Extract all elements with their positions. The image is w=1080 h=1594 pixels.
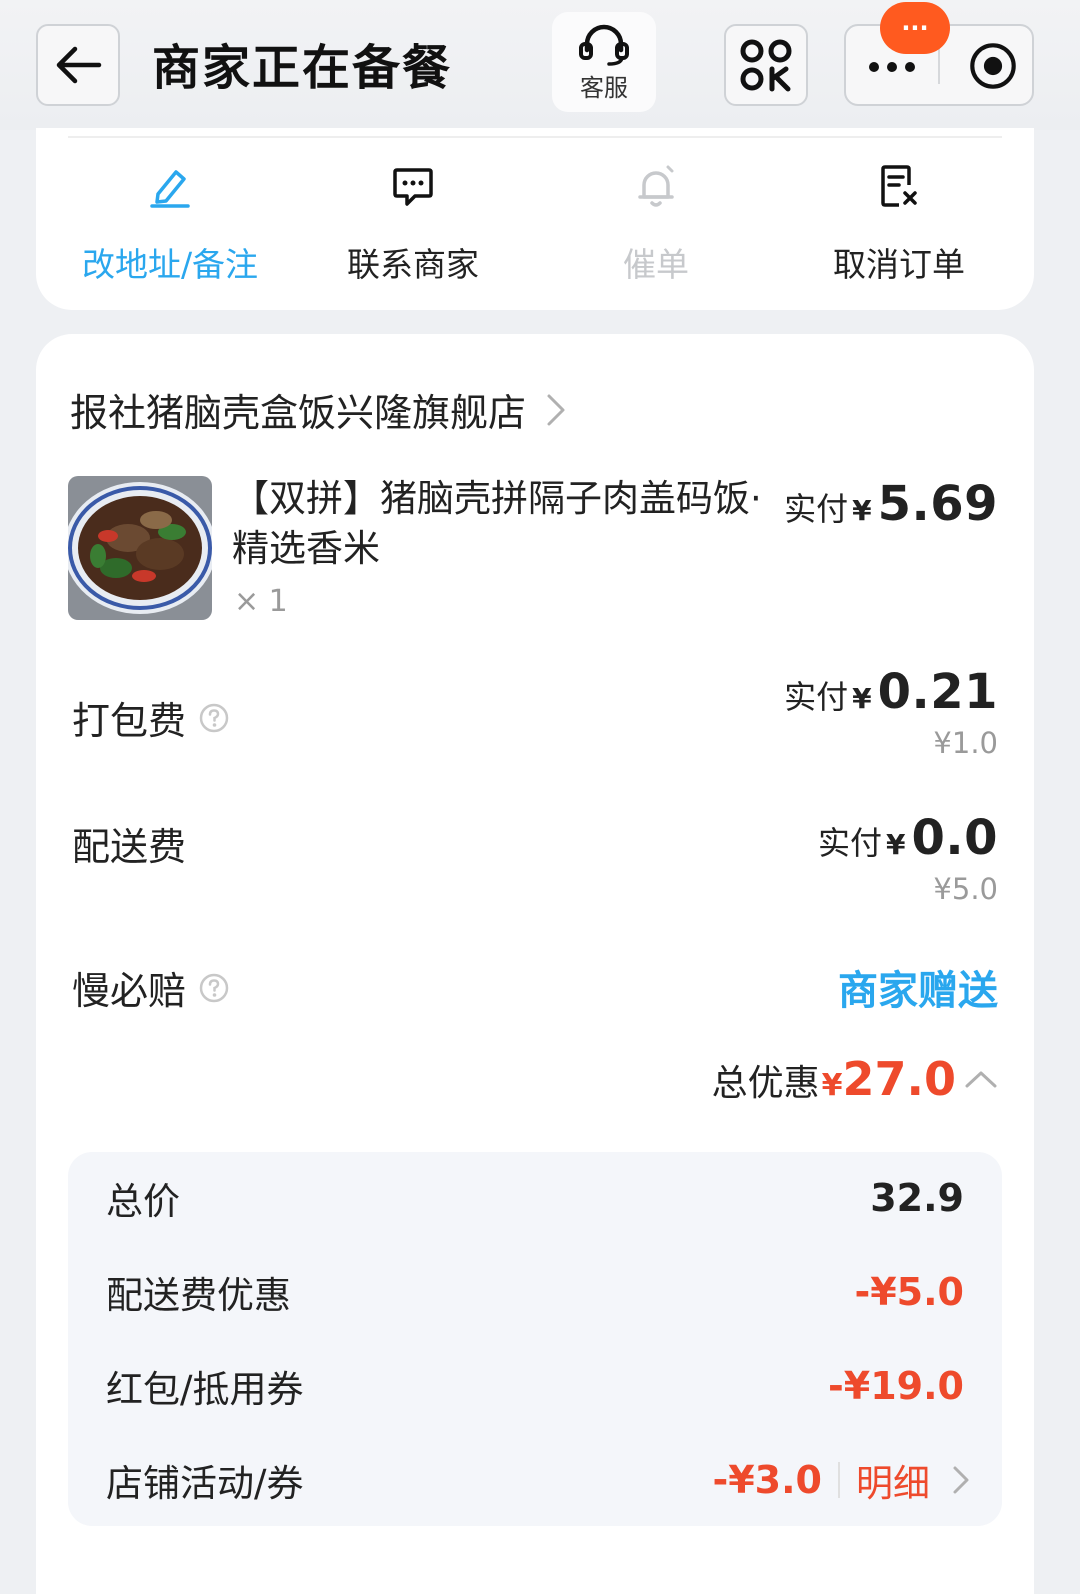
back-button[interactable]: [36, 24, 120, 106]
capsule-divider: [938, 48, 940, 84]
edit-pen-icon: [150, 170, 190, 208]
action-label: 联系商家: [347, 245, 479, 284]
item-name: 【双拼】猪脑壳拼隔子肉盖码饭·精选香米: [232, 477, 762, 570]
paid-value: 5.69: [877, 476, 998, 532]
breakdown-label: 总价: [106, 1180, 180, 1223]
action-label: 取消订单: [833, 245, 965, 284]
scan-code-icon: [740, 39, 792, 92]
price-breakdown-panel: 总价 32.9 配送费优惠 -¥5.0 红包/抵用券 -¥19.0 店铺活动/券…: [68, 1152, 1002, 1526]
slow-compensation-label: 慢必赔: [72, 960, 230, 1015]
help-question-icon[interactable]: [198, 972, 230, 1004]
delivery-fee-label: 配送费: [72, 825, 187, 869]
delivery-fee-original: ¥5.0: [933, 872, 998, 906]
delivery-fee-paid: 实付 ¥ 0.0: [818, 810, 998, 866]
top-bar: 商家正在备餐 客服 ···: [0, 0, 1080, 130]
food-image[interactable]: [68, 476, 212, 620]
scan-code-button[interactable]: [724, 24, 808, 106]
page-title: 商家正在备餐: [152, 40, 453, 96]
currency-symbol: ¥: [852, 494, 872, 527]
paid-value: 0.21: [877, 664, 998, 720]
contact-merchant-action[interactable]: 联系商家: [293, 160, 533, 286]
paid-label: 实付: [817, 824, 882, 862]
breakdown-label: 配送费优惠: [106, 1274, 291, 1317]
item-quantity: × 1: [234, 584, 288, 619]
action-label: 催单: [623, 245, 689, 284]
breakdown-value: -¥19.0: [828, 1364, 964, 1408]
more-dots-icon[interactable]: [866, 52, 918, 82]
breakdown-row-delivery-discount: 配送费优惠 -¥5.0: [106, 1262, 964, 1322]
total-discount-label: 总优惠: [711, 1063, 820, 1104]
total-discount-value: 27.0: [842, 1052, 957, 1106]
card-divider: [68, 136, 1002, 138]
detail-label: 明细: [856, 1462, 930, 1505]
shop-name: 报社猪脑壳盒饭兴隆旗舰店: [70, 391, 527, 435]
currency-symbol: ¥: [852, 682, 872, 715]
customer-service-button[interactable]: 客服: [552, 12, 656, 112]
paid-label: 实付: [784, 678, 849, 716]
breakdown-value: 32.9: [870, 1176, 964, 1220]
cancel-receipt-icon: [881, 165, 917, 207]
total-discount-toggle[interactable]: 总优惠 ¥ 27.0: [712, 1052, 998, 1106]
back-arrow-icon: [56, 46, 102, 84]
currency-symbol: ¥: [821, 1068, 843, 1103]
help-question-icon[interactable]: [198, 702, 230, 734]
paid-value: 0.0: [911, 810, 998, 866]
item-paid-amount: 实付 ¥ 5.69: [784, 476, 998, 532]
record-target-icon[interactable]: [964, 42, 1022, 90]
chevron-up-icon: [965, 1071, 997, 1088]
detail-divider: [838, 1462, 840, 1498]
chevron-right-icon: [547, 394, 565, 425]
breakdown-value: -¥3.0: [712, 1458, 822, 1502]
headset-icon: [579, 24, 629, 66]
breakdown-label: 红包/抵用券: [106, 1368, 304, 1411]
action-label: 改地址/备注: [81, 245, 259, 284]
customer-service-label: 客服: [580, 73, 628, 102]
packaging-fee-paid: 实付 ¥ 0.21: [784, 664, 998, 720]
shop-promo-detail-link[interactable]: -¥3.0 明细: [712, 1453, 970, 1507]
packaging-fee-original: ¥1.0: [933, 726, 998, 760]
paid-label: 实付: [784, 490, 849, 528]
packaging-fee-label: 打包费: [72, 690, 230, 745]
merchant-gift-value: 商家赠送: [838, 968, 998, 1014]
bell-icon: [638, 165, 674, 207]
cancel-order-action[interactable]: 取消订单: [779, 160, 1019, 286]
notification-badge[interactable]: ···: [880, 2, 950, 54]
change-address-note-action[interactable]: 改地址/备注: [50, 160, 290, 286]
shop-link[interactable]: 报社猪脑壳盒饭兴隆旗舰店: [70, 382, 566, 437]
order-actions-card: 改地址/备注 联系商家 催单 取消订单: [36, 128, 1034, 310]
urge-order-action[interactable]: 催单: [536, 160, 776, 286]
currency-symbol: ¥: [885, 828, 906, 861]
chat-bubble-icon: [393, 168, 433, 206]
order-detail-card: 报社猪脑壳盒饭兴隆旗舰店 【双拼】猪脑壳拼隔子肉盖码饭·精选香米 × 1 实付 …: [36, 334, 1034, 1594]
chevron-right-icon: [953, 1466, 969, 1494]
breakdown-row-coupon: 红包/抵用券 -¥19.0: [106, 1356, 964, 1416]
breakdown-row-shop-promo: 店铺活动/券 -¥3.0 明细: [106, 1450, 970, 1510]
breakdown-row-total: 总价 32.9: [106, 1168, 964, 1228]
breakdown-label: 店铺活动/券: [106, 1462, 304, 1505]
breakdown-value: -¥5.0: [854, 1270, 964, 1314]
